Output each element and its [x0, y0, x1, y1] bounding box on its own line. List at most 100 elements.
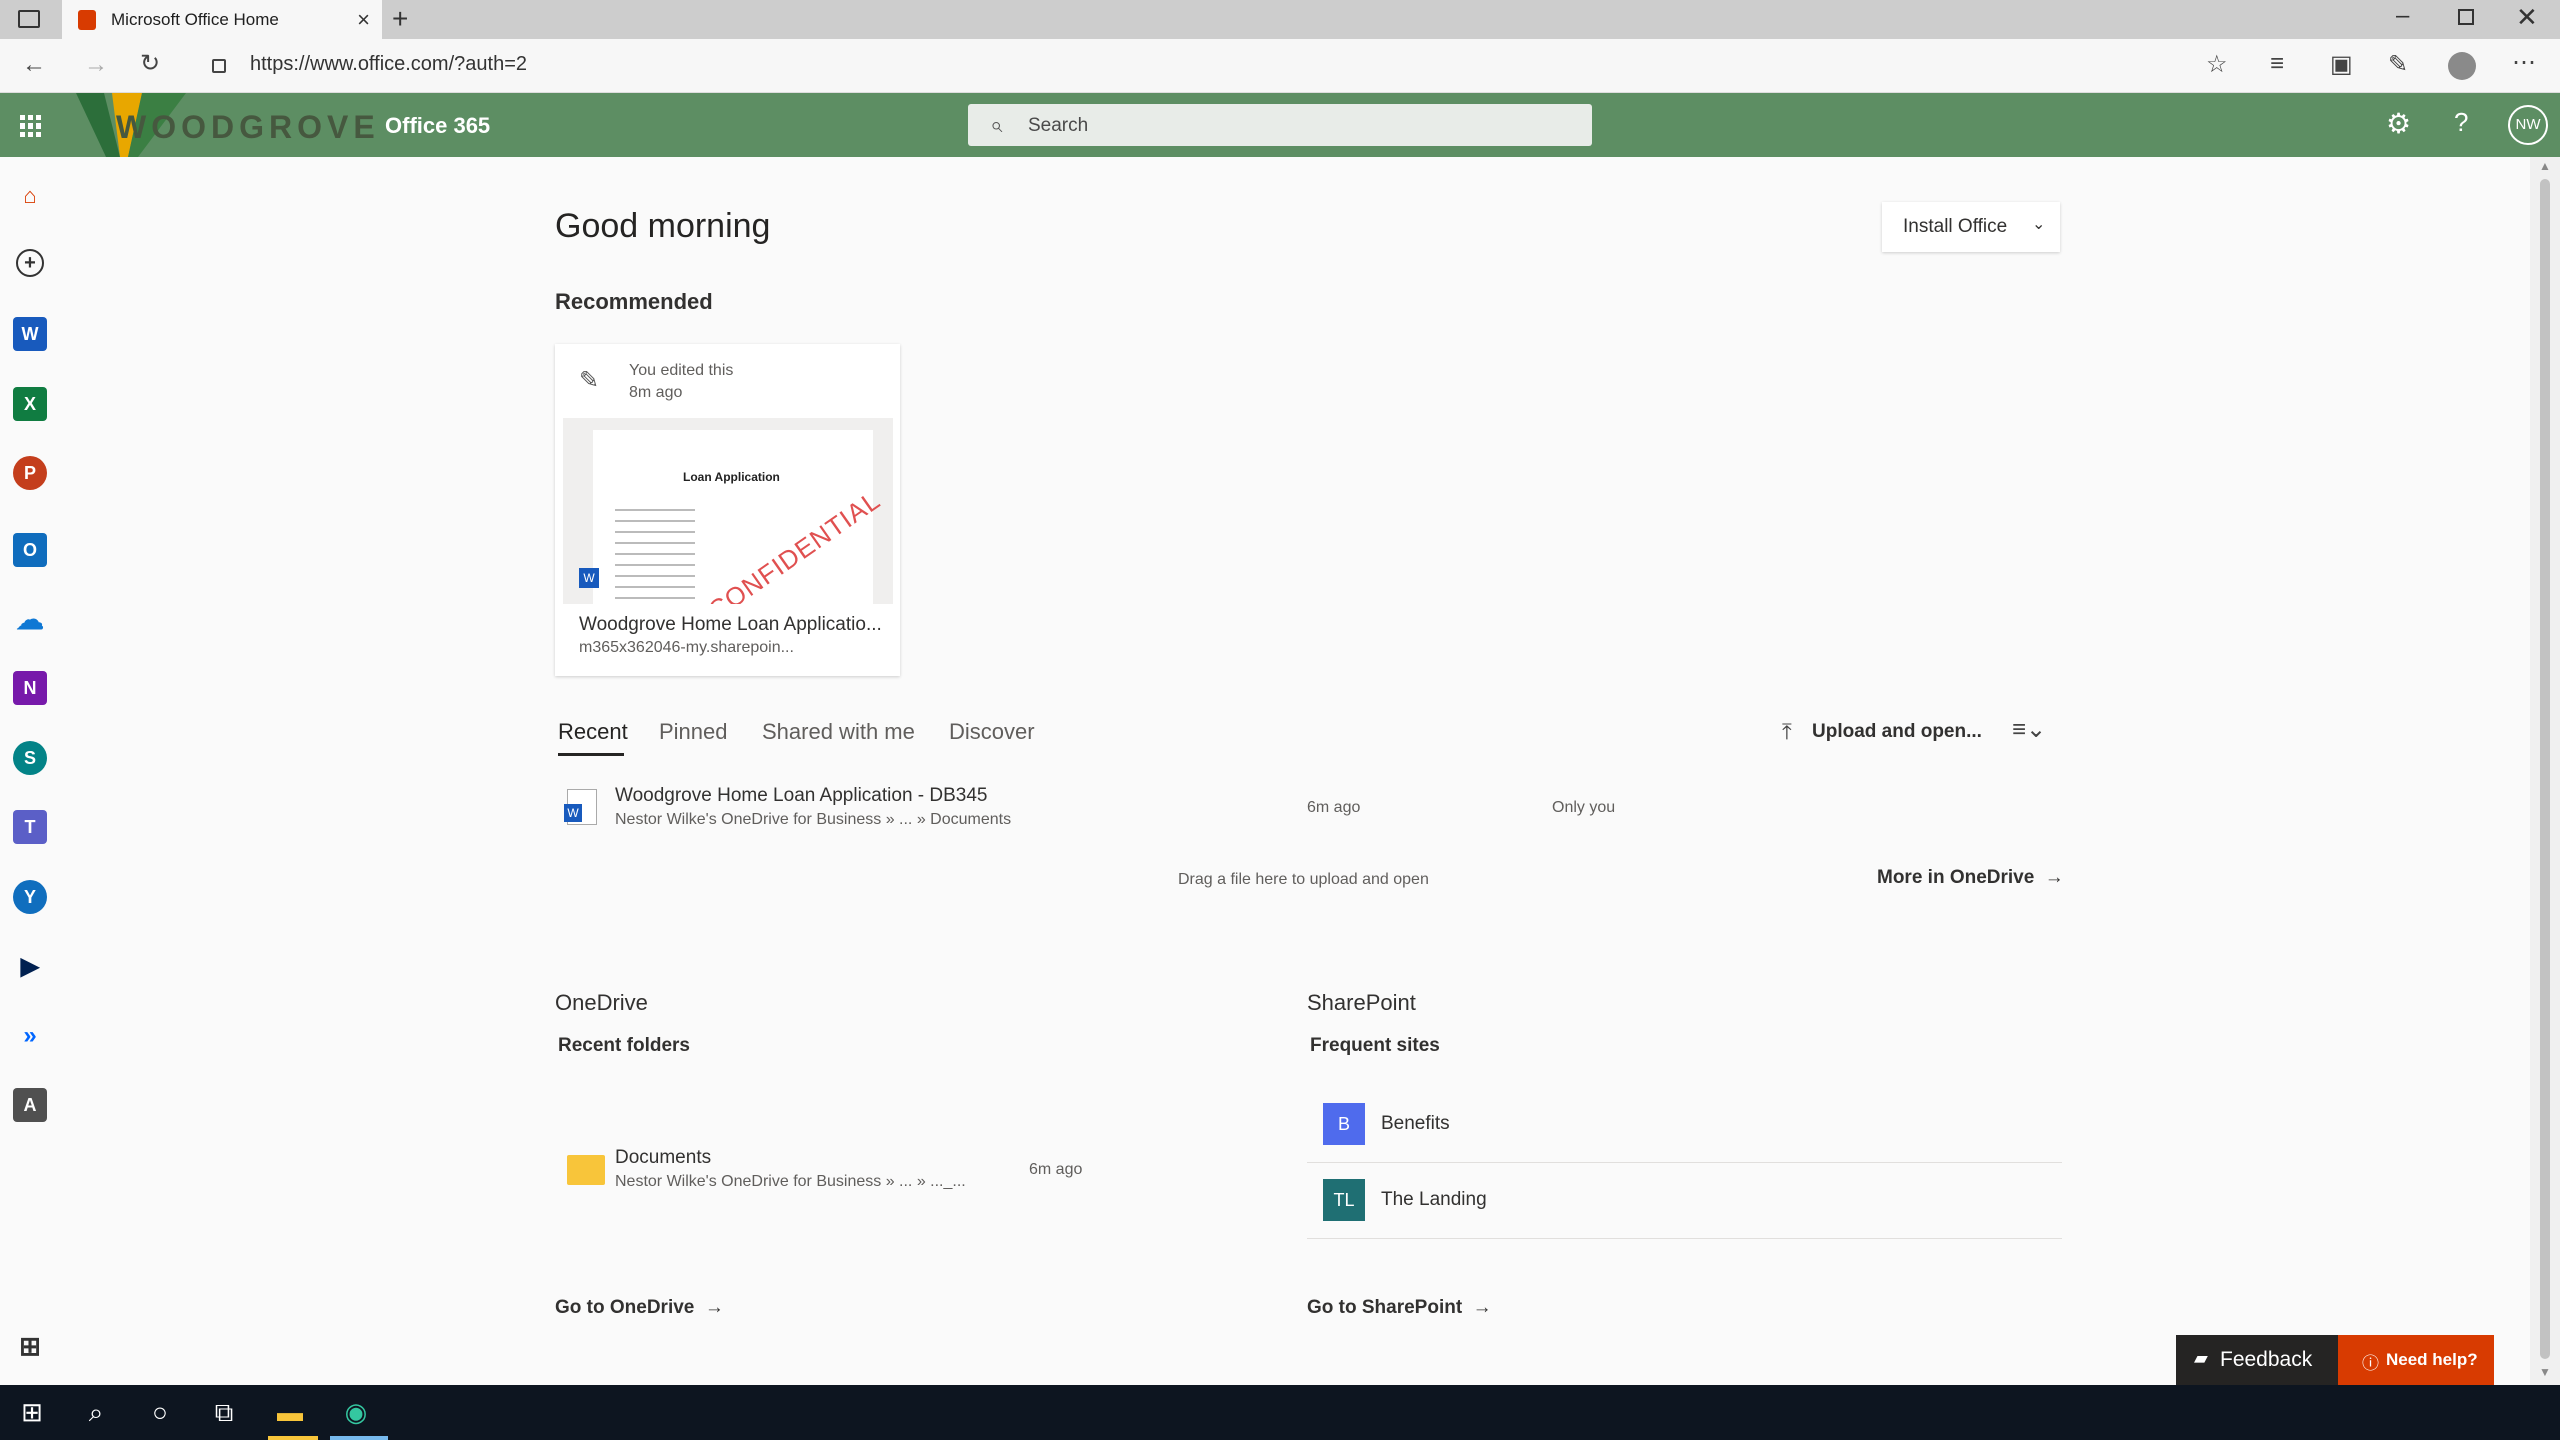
windows-taskbar [0, 1385, 2560, 1440]
tab-pinned[interactable]: Pinned [659, 719, 728, 745]
activity-text: You edited this [629, 362, 734, 379]
browser-tab-strip: Microsoft Office Home × + – ✕ [0, 0, 2560, 39]
site-tile: TL [1323, 1179, 1365, 1221]
need-help-button[interactable]: ⓘ Need help? [2338, 1335, 2494, 1385]
main-content: Good morning Install Office ⌄ Recommende… [62, 157, 2530, 1385]
more-options-icon[interactable]: ⋯ [2512, 48, 2536, 77]
site-tile: B [1323, 1103, 1365, 1145]
site-row-benefits[interactable]: B Benefits [1307, 1087, 2062, 1163]
upload-label: Upload and open... [1812, 721, 1982, 742]
app-title[interactable]: Office 365 [385, 113, 490, 139]
favorites-icon[interactable]: ≡ [2270, 50, 2284, 78]
help-icon[interactable]: ? [2454, 107, 2468, 138]
confidential-stamp: CONFIDENTIAL [702, 484, 886, 604]
tab-recent-underline [558, 753, 624, 756]
site-name: The Landing [1381, 1189, 1487, 1210]
frequent-sites-label: Frequent sites [1310, 1035, 1440, 1056]
more-in-onedrive-label: More in OneDrive [1877, 867, 2035, 888]
browser-tab-office-home[interactable]: Microsoft Office Home × [62, 0, 382, 39]
forward-icon[interactable]: → [84, 51, 108, 79]
recent-file-path: Nestor Wilke's OneDrive for Business » .… [615, 811, 1012, 828]
upload-and-open-button[interactable]: ⤒ Upload and open... [1782, 719, 1982, 749]
back-icon[interactable]: ← [22, 51, 46, 79]
lock-icon [212, 59, 226, 73]
tab-recent[interactable]: Recent [558, 719, 628, 745]
profile-icon[interactable] [2448, 52, 2476, 80]
office-header: WOODGROVE Office 365 ⌕ Search ⚙ ? NW [0, 93, 2560, 157]
tab-actions-icon[interactable] [18, 10, 40, 28]
file-explorer-icon[interactable]: ▬ [270, 1392, 310, 1432]
search-box[interactable]: ⌕ Search [968, 104, 1592, 146]
excel-icon[interactable]: X [13, 387, 47, 421]
install-office-button[interactable]: Install Office ⌄ [1882, 202, 2060, 252]
all-apps-icon[interactable]: ⊞ [13, 1329, 47, 1363]
edge-active-bar [330, 1436, 388, 1440]
admin-icon[interactable]: A [13, 1088, 47, 1122]
folder-time: 6m ago [1029, 1161, 1083, 1178]
dynamics-icon[interactable]: ▶ [13, 949, 47, 983]
go-to-onedrive-link[interactable]: Go to OneDrive → [555, 1297, 755, 1325]
close-window-icon[interactable]: ✕ [2516, 2, 2538, 33]
file-explorer-active-bar [268, 1436, 318, 1440]
outlook-icon[interactable]: O [13, 533, 47, 567]
recommended-card[interactable]: ✎ You edited this 8m ago Loan Applicatio… [555, 344, 900, 676]
more-in-onedrive-link[interactable]: More in OneDrive → [1877, 867, 2067, 895]
woodgrove-wordmark: WOODGROVE [116, 109, 380, 145]
taskbar-search-icon[interactable]: ⌕ [76, 1392, 116, 1432]
folder-path: Nestor Wilke's OneDrive for Business » .… [615, 1173, 966, 1190]
sort-list-icon[interactable]: ≡⌄ [2012, 715, 2046, 744]
yammer-icon[interactable]: Y [13, 880, 47, 914]
close-tab-icon[interactable]: × [357, 7, 370, 33]
app-launcher-icon[interactable] [20, 115, 42, 137]
home-icon[interactable]: ⌂ [13, 179, 47, 213]
recent-file-time: 6m ago [1307, 799, 1361, 816]
power-automate-icon[interactable]: » [13, 1019, 47, 1053]
go-to-sharepoint-link[interactable]: Go to SharePoint → [1307, 1297, 1527, 1325]
tab-discover[interactable]: Discover [949, 719, 1035, 745]
scroll-thumb[interactable] [2540, 179, 2550, 1359]
go-to-sharepoint-label: Go to SharePoint [1307, 1297, 1463, 1318]
recommended-heading: Recommended [555, 289, 713, 314]
onedrive-icon[interactable]: ☁ [13, 602, 47, 636]
favorite-star-icon[interactable]: ☆ [2206, 50, 2228, 79]
thumbnail-lines [615, 500, 695, 604]
minimize-icon[interactable]: – [2396, 2, 2409, 30]
refresh-icon[interactable]: ↻ [140, 49, 160, 78]
settings-gear-icon[interactable]: ⚙ [2386, 107, 2411, 140]
feedback-label: Feedback [2220, 1348, 2313, 1371]
powerpoint-icon[interactable]: P [13, 456, 47, 490]
sharepoint-heading: SharePoint [1307, 990, 1416, 1015]
thumbnail-page: Loan Application CONFIDENTIAL [593, 430, 886, 604]
word-icon[interactable]: W [13, 317, 47, 351]
search-placeholder: Search [1028, 115, 1089, 136]
user-avatar[interactable]: NW [2508, 105, 2548, 145]
word-file-icon: W [564, 789, 597, 825]
scroll-down-icon[interactable]: ▼ [2539, 1365, 2551, 1379]
task-view-icon[interactable]: ⧉ [204, 1392, 244, 1432]
windows-start-icon[interactable]: ⊞ [12, 1392, 52, 1432]
page-scrollbar[interactable]: ▲ ▼ [2530, 157, 2560, 1385]
new-tab-icon[interactable]: + [392, 3, 408, 35]
edge-browser-icon[interactable]: ◉ [336, 1392, 376, 1432]
recent-file-row[interactable]: W Woodgrove Home Loan Application - DB34… [555, 777, 2062, 837]
recent-file-sharing: Only you [1552, 799, 1616, 816]
feedback-button[interactable]: ▰ Feedback [2176, 1335, 2338, 1385]
scroll-up-icon[interactable]: ▲ [2539, 159, 2551, 173]
woodgrove-logo[interactable]: WOODGROVE [76, 93, 375, 157]
sharepoint-icon[interactable]: S [13, 741, 47, 775]
tab-shared-with-me[interactable]: Shared with me [762, 719, 915, 745]
cortana-icon[interactable]: ○ [140, 1392, 180, 1432]
url-field[interactable]: https://www.office.com/?auth=2 [250, 53, 527, 76]
create-icon[interactable]: + [16, 249, 44, 277]
teams-icon[interactable]: T [13, 810, 47, 844]
go-to-onedrive-label: Go to OneDrive [555, 1297, 695, 1318]
onenote-icon[interactable]: N [13, 671, 47, 705]
folder-row-documents[interactable]: Documents Nestor Wilke's OneDrive for Bu… [555, 1139, 1175, 1199]
help-circle-icon: ⓘ [2362, 1354, 2379, 1373]
site-row-the-landing[interactable]: TL The Landing [1307, 1163, 2062, 1239]
search-icon: ⌕ [990, 112, 1003, 137]
edit-pencil-icon: ✎ [579, 367, 600, 394]
reading-icon[interactable]: ✎ [2388, 50, 2408, 79]
collections-icon[interactable]: ▣ [2330, 50, 2353, 79]
restore-icon[interactable] [2458, 9, 2474, 25]
